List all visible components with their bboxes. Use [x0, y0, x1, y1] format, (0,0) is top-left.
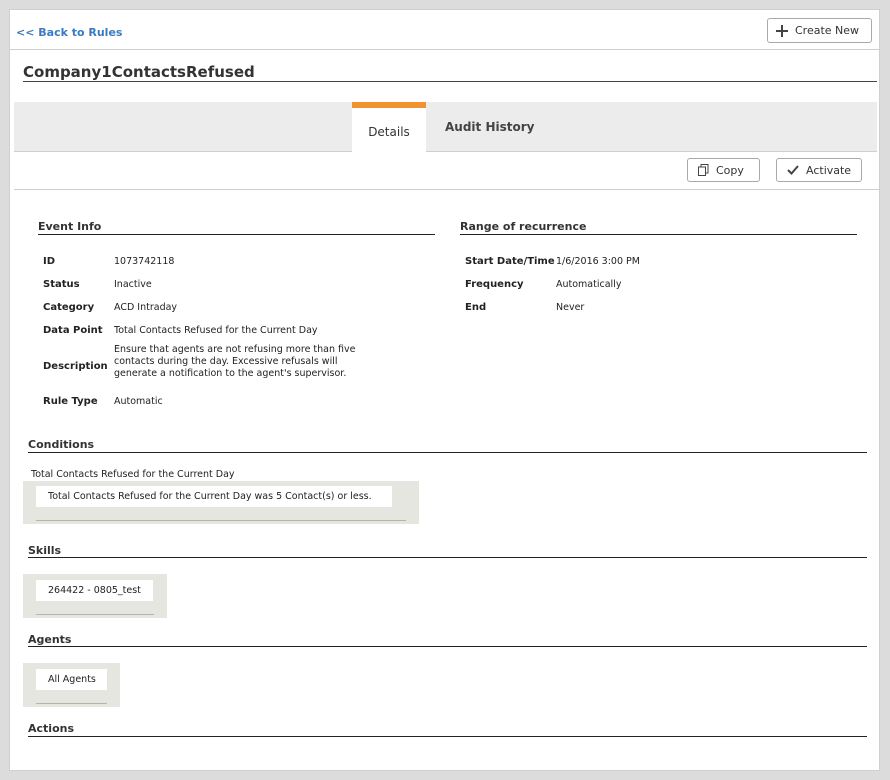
- tab-details-label: Details: [368, 125, 410, 139]
- title-underline: [23, 81, 877, 82]
- activate-label: Activate: [806, 163, 852, 177]
- agents-underline: [28, 646, 867, 647]
- agents-box: All Agents: [23, 663, 120, 707]
- tab-audit-history[interactable]: Audit History: [445, 120, 534, 134]
- agents-title: Agents: [28, 633, 72, 646]
- end-label: End: [465, 302, 487, 313]
- conditions-title: Conditions: [28, 438, 95, 451]
- page-title: Company1ContactsRefused: [23, 63, 255, 81]
- recurrence-title: Range of recurrence: [460, 220, 587, 233]
- top-divider: [10, 49, 879, 50]
- skills-title: Skills: [28, 544, 62, 557]
- agent-item: All Agents: [36, 669, 107, 690]
- rule-type-label: Rule Type: [43, 396, 98, 407]
- create-new-label: Create New: [795, 24, 860, 37]
- conditions-box: Total Contacts Refused for the Current D…: [23, 481, 419, 524]
- frequency-value: Automatically: [556, 279, 622, 290]
- actions-title: Actions: [28, 722, 74, 735]
- status-value: Inactive: [114, 279, 152, 290]
- skill-item-divider: [36, 614, 154, 615]
- category-value: ACD Intraday: [114, 302, 178, 313]
- conditions-underline: [28, 452, 867, 453]
- event-info-title: Event Info: [38, 220, 102, 233]
- frequency-label: Frequency: [465, 279, 524, 290]
- category-label: Category: [43, 302, 95, 313]
- plus-icon: [776, 24, 788, 37]
- tab-details[interactable]: Details: [352, 102, 426, 152]
- copy-icon: [698, 164, 709, 176]
- conditions-subtitle: Total Contacts Refused for the Current D…: [31, 469, 235, 480]
- description-value: Ensure that agents are not refusing more…: [114, 344, 356, 379]
- copy-label: Copy: [716, 163, 744, 177]
- rule-details-panel: << Back to Rules Create New Company1Cont…: [9, 9, 880, 771]
- copy-button[interactable]: Copy: [687, 158, 760, 182]
- start-date-label: Start Date/Time: [465, 256, 555, 267]
- skills-box: 264422 - 0805_test: [23, 574, 167, 618]
- id-label: ID: [43, 256, 56, 267]
- recurrence-underline: [460, 234, 857, 235]
- create-new-button[interactable]: Create New: [767, 18, 872, 43]
- rule-type-value: Automatic: [114, 396, 163, 407]
- end-value: Never: [556, 302, 585, 313]
- actions-underline: [28, 736, 867, 737]
- activate-button[interactable]: Activate: [776, 158, 862, 182]
- skills-underline: [28, 557, 867, 558]
- start-date-value: 1/6/2016 3:00 PM: [556, 256, 640, 267]
- description-label: Description: [43, 361, 108, 372]
- data-point-label: Data Point: [43, 325, 103, 336]
- condition-item-divider: [36, 520, 406, 521]
- checkmark-icon: [787, 165, 799, 175]
- tab-bar: Details Audit History: [14, 102, 877, 152]
- status-label: Status: [43, 279, 80, 290]
- toolbar-divider: [14, 189, 879, 190]
- id-value: 1073742118: [114, 256, 175, 267]
- condition-item: Total Contacts Refused for the Current D…: [36, 486, 392, 507]
- event-info-underline: [38, 234, 435, 235]
- data-point-value: Total Contacts Refused for the Current D…: [114, 325, 318, 336]
- agent-item-divider: [36, 703, 107, 704]
- skill-item: 264422 - 0805_test: [36, 580, 153, 601]
- back-to-rules-link[interactable]: << Back to Rules: [16, 26, 122, 39]
